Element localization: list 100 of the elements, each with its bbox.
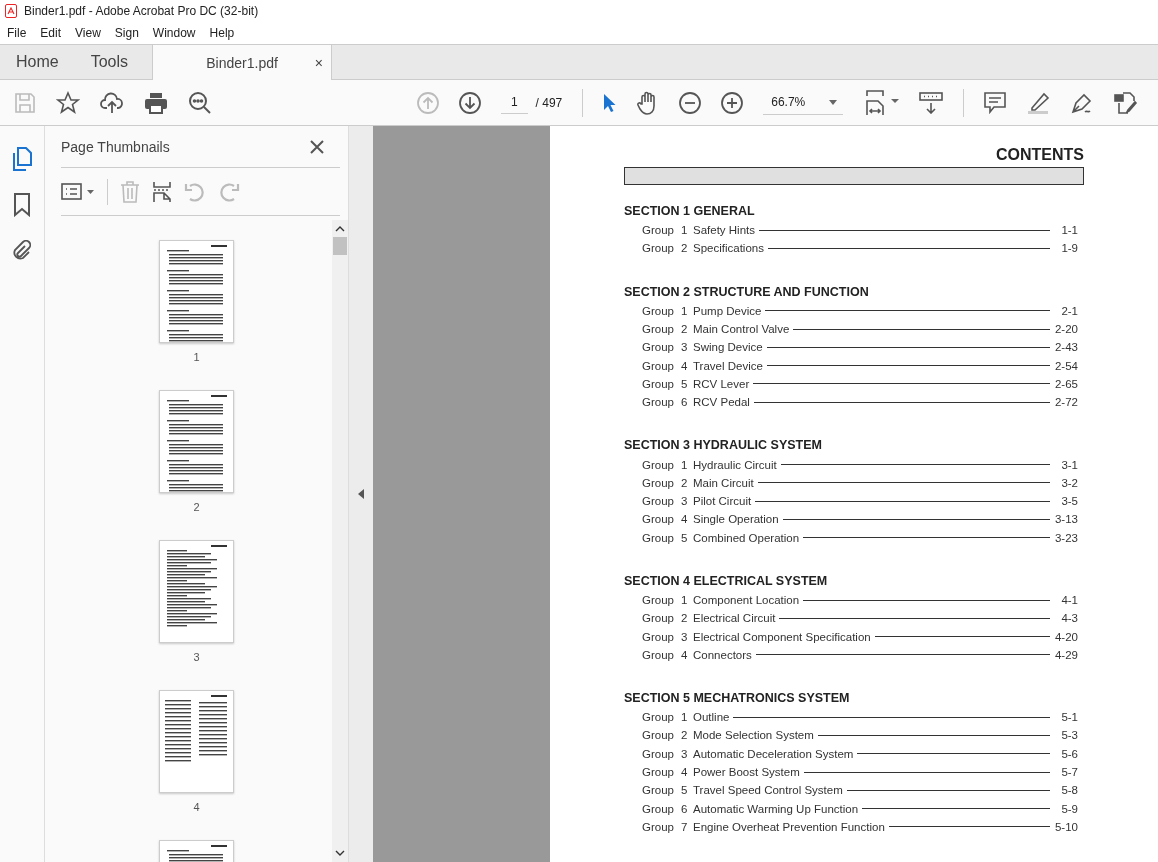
page-reference: 2-1 [1060, 304, 1078, 317]
menu-item[interactable]: View [75, 26, 101, 40]
tab[interactable]: Binder1.pdf × [152, 45, 333, 80]
entry-title: Single Operation [693, 513, 779, 526]
page-number-field[interactable]: 1 [501, 91, 528, 114]
page-reference: 2-54 [1054, 359, 1078, 372]
group-label: Group [642, 242, 675, 255]
group-number: 1 [681, 224, 689, 237]
page-reference: 5-10 [1054, 820, 1078, 833]
group-number: 1 [681, 304, 689, 317]
group-number: 2 [681, 242, 689, 255]
menu-item[interactable]: File [7, 26, 27, 40]
group-number: 3 [681, 747, 689, 760]
page-count: / 497 [535, 95, 563, 110]
page-reference: 4-20 [1054, 630, 1078, 643]
entry-title: Travel Device [693, 359, 763, 372]
group-label: Group [642, 224, 675, 237]
page-reference: 2-20 [1054, 323, 1078, 336]
section-heading: SECTION 5 MECHATRONICS SYSTEM [624, 691, 851, 706]
entry-title: Connectors [693, 648, 752, 661]
page-reference: 3-13 [1054, 513, 1078, 526]
window-title: Binder1.pdf - Adobe Acrobat Pro DC (32-bit) [24, 4, 259, 18]
group-number: 4 [681, 359, 689, 372]
section-heading: SECTION 3 HYDRAULIC SYSTEM [624, 438, 823, 453]
page-reference: 2-72 [1054, 396, 1078, 409]
entry-title: Pilot Circuit [693, 495, 752, 508]
group-number: 1 [681, 711, 689, 724]
group-label: Group [642, 766, 675, 779]
group-label: Group [642, 784, 675, 797]
entry-title: Specifications [693, 242, 764, 255]
group-number: 3 [681, 341, 689, 354]
group-number: 5 [681, 784, 689, 797]
page-reference: 4-29 [1054, 648, 1078, 661]
group-number: 4 [681, 648, 689, 661]
entry-title: Electrical Component Specification [693, 630, 871, 643]
entry-title: Swing Device [693, 341, 763, 354]
entry-title: Travel Speed Control System [693, 784, 843, 797]
entry-title: Combined Operation [693, 531, 800, 544]
page-reference: 5-8 [1060, 784, 1078, 797]
entry-title: Automatic Deceleration System [693, 747, 854, 760]
group-number: 5 [681, 531, 689, 544]
page-reference: 3-1 [1060, 458, 1078, 471]
zoom-dropdown[interactable]: 66.7% [763, 90, 844, 115]
group-number: 2 [681, 323, 689, 336]
entry-title: Power Boost System [693, 766, 800, 779]
entry-title: Engine Overheat Prevention Function [693, 820, 885, 833]
group-number: 4 [681, 513, 689, 526]
entry-title: RCV Lever [693, 377, 750, 390]
group-number: 1 [681, 458, 689, 471]
close-tab-button[interactable]: × [314, 54, 324, 71]
group-label: Group [642, 594, 675, 606]
group-number: 6 [681, 396, 689, 409]
page-reference: 5-1 [1060, 711, 1078, 724]
menu-item[interactable]: Help [209, 26, 235, 40]
entry-title: Main Control Valve [693, 323, 790, 336]
group-number: 1 [681, 594, 689, 606]
group-number: 2 [681, 729, 689, 742]
page-reference: 3-23 [1054, 531, 1078, 544]
page-reference: 1-1 [1060, 224, 1078, 237]
document-heading: CONTENTS [995, 146, 1084, 164]
page-number: 1 [193, 351, 200, 363]
menu-item[interactable]: Edit [40, 26, 62, 40]
section-heading: SECTION 4 ELECTRICAL SYSTEM [624, 573, 829, 588]
group-label: Group [642, 377, 675, 390]
group-number: 3 [681, 630, 689, 643]
entry-title: Pump Device [693, 304, 762, 317]
group-number: 7 [681, 820, 689, 833]
page-number: 4 [193, 801, 200, 813]
group-number: 5 [681, 377, 689, 390]
group-label: Group [642, 630, 675, 643]
entry-title: Component Location [693, 594, 800, 606]
entry-title: Outline [693, 711, 730, 724]
group-label: Group [642, 648, 675, 661]
section-heading: SECTION 1 GENERAL [624, 204, 756, 218]
entry-title: Hydraulic Circuit [693, 458, 777, 471]
entry-title: Automatic Warming Up Function [693, 802, 859, 815]
group-label: Group [642, 476, 675, 489]
group-number: 2 [681, 612, 689, 625]
entry-title: RCV Pedal [693, 396, 750, 409]
tab[interactable]: Tools [74, 45, 153, 79]
group-label: Group [642, 396, 675, 409]
group-label: Group [642, 513, 675, 526]
page-reference: 2-65 [1054, 377, 1078, 390]
page-reference: 4-3 [1060, 612, 1078, 625]
group-label: Group [642, 711, 675, 724]
page-reference: 5-6 [1060, 747, 1078, 760]
page-reference: 5-9 [1060, 802, 1078, 815]
tab[interactable]: Home [0, 45, 75, 79]
entry-title: Electrical Circuit [693, 612, 776, 625]
group-label: Group [642, 304, 675, 317]
group-label: Group [642, 747, 675, 760]
page-reference: 3-2 [1060, 476, 1078, 489]
page-reference: 5-3 [1060, 729, 1078, 742]
menu-item[interactable]: Sign [114, 26, 139, 40]
menu-item[interactable]: Window [152, 26, 196, 40]
entry-title: Mode Selection System [693, 729, 814, 742]
group-number: 3 [681, 495, 689, 508]
group-number: 6 [681, 802, 689, 815]
group-number: 4 [681, 766, 689, 779]
page-reference: 2-43 [1054, 341, 1078, 354]
